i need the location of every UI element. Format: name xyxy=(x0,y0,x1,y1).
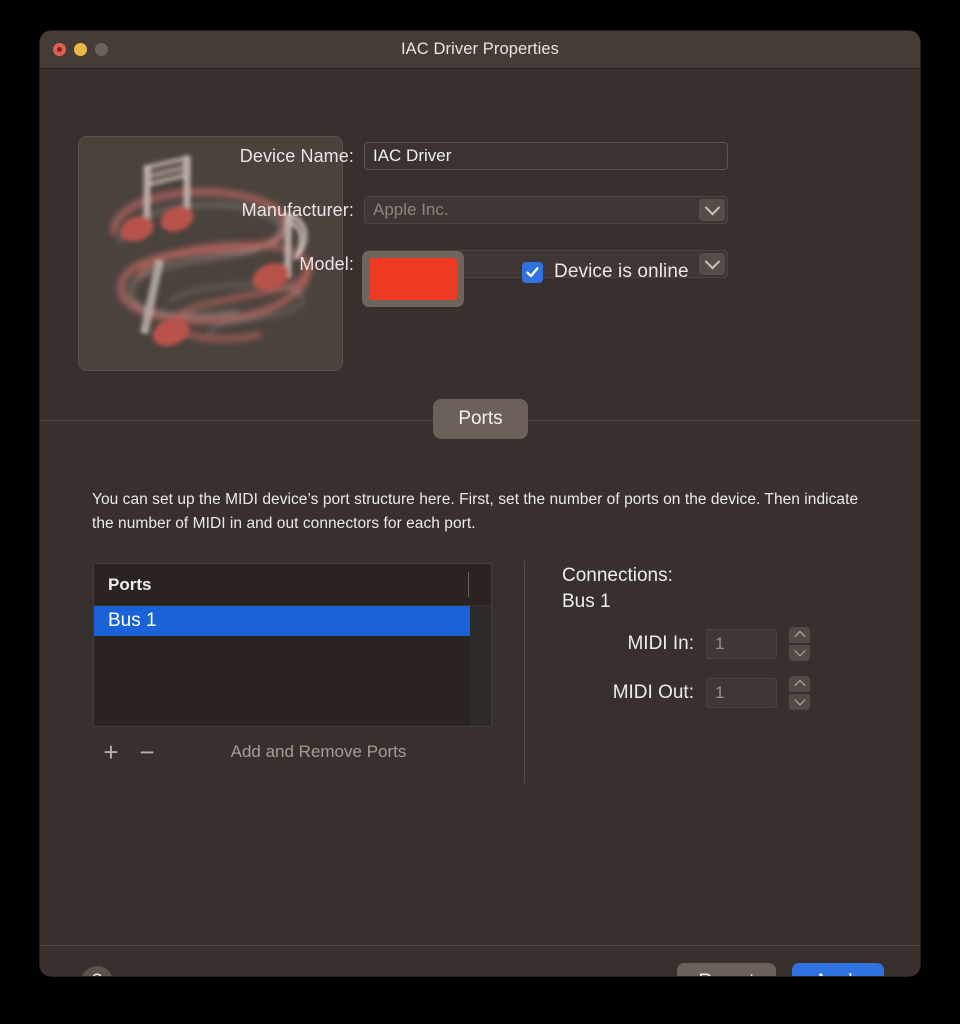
midi-in-stepper[interactable] xyxy=(789,627,810,661)
column-divider[interactable] xyxy=(468,572,469,597)
title-bar: IAC Driver Properties xyxy=(40,31,920,69)
device-name-row: Device Name: IAC Driver xyxy=(182,142,728,170)
apply-button[interactable]: Apply xyxy=(792,963,884,976)
connections-title: Connections: xyxy=(562,565,810,587)
list-item[interactable]: Bus 1 xyxy=(94,606,470,636)
ports-scrollbar[interactable] xyxy=(470,606,491,726)
checkmark-icon xyxy=(525,265,540,280)
dialog-footer: ? Revert Apply xyxy=(40,945,920,976)
device-online-row[interactable]: Device is online xyxy=(522,261,689,283)
window-title: IAC Driver Properties xyxy=(40,40,920,59)
midi-out-row: MIDI Out: 1 xyxy=(562,676,810,710)
midi-in-label: MIDI In: xyxy=(562,633,706,655)
device-info-pane: Device Name: IAC Driver Manufacturer: Ap… xyxy=(40,69,920,420)
ports-list-header: Ports xyxy=(94,564,491,606)
ports-list-rows: Bus 1 xyxy=(94,606,491,636)
stepper-up-icon[interactable] xyxy=(789,627,810,643)
midi-out-stepper[interactable] xyxy=(789,676,810,710)
ports-list[interactable]: Ports Bus 1 xyxy=(93,563,492,727)
ports-tools: + − Add and Remove Ports xyxy=(93,738,492,766)
midi-in-input[interactable]: 1 xyxy=(706,629,777,659)
stepper-up-icon[interactable] xyxy=(789,676,810,692)
color-swatch xyxy=(369,258,457,300)
chevron-down-icon[interactable] xyxy=(699,199,725,221)
ports-column-header: Ports xyxy=(108,575,151,595)
ports-pane: You can set up the MIDI device’s port st… xyxy=(40,420,920,945)
device-online-label: Device is online xyxy=(554,261,689,283)
manufacturer-row: Manufacturer: Apple Inc. xyxy=(182,196,728,224)
chevron-down-icon[interactable] xyxy=(699,253,725,275)
ports-description: You can set up the MIDI device’s port st… xyxy=(92,488,882,536)
manufacturer-combobox[interactable]: Apple Inc. xyxy=(364,196,728,224)
pane-divider xyxy=(524,561,525,783)
device-name-label: Device Name: xyxy=(182,146,364,167)
manufacturer-label: Manufacturer: xyxy=(182,200,364,221)
stepper-down-icon[interactable] xyxy=(789,645,810,661)
device-color-well[interactable] xyxy=(362,251,464,307)
properties-window: IAC Driver Properties xyxy=(40,31,920,976)
help-button[interactable]: ? xyxy=(81,966,113,976)
connections-section: Connections: Bus 1 MIDI In: 1 MIDI Out: … xyxy=(562,565,810,725)
device-name-input[interactable]: IAC Driver xyxy=(364,142,728,170)
midi-out-label: MIDI Out: xyxy=(562,682,706,704)
midi-out-input[interactable]: 1 xyxy=(706,678,777,708)
device-online-checkbox[interactable] xyxy=(522,262,543,283)
midi-in-row: MIDI In: 1 xyxy=(562,627,810,661)
manufacturer-value: Apple Inc. xyxy=(373,200,449,220)
model-label: Model: xyxy=(182,254,364,275)
revert-button[interactable]: Revert xyxy=(677,963,777,976)
ports-tools-hint: Add and Remove Ports xyxy=(145,742,492,762)
stepper-down-icon[interactable] xyxy=(789,694,810,710)
footer-actions: Revert Apply xyxy=(677,963,885,976)
add-port-button[interactable]: + xyxy=(93,738,129,766)
connections-bus-name: Bus 1 xyxy=(562,591,810,613)
